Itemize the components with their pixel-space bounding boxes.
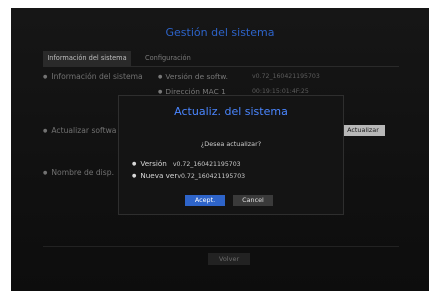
mac-address-value: 00:19:15:01:4F:25 <box>252 88 309 95</box>
current-version-value: v0.72_160421195703 <box>172 161 241 168</box>
bullet-icon: ● <box>132 161 137 167</box>
cancel-button[interactable]: Cancel <box>233 195 273 206</box>
tab-settings[interactable]: Configuración <box>139 51 197 66</box>
back-button[interactable]: Volver <box>208 253 250 265</box>
dialog-title: Actualiz. del sistema <box>174 105 288 118</box>
current-version-label: Versión <box>140 159 167 168</box>
software-version-value: v0.72_160421195703 <box>252 73 320 80</box>
section-label: Información del sistema <box>51 72 143 81</box>
page-title: Gestión del sistema <box>165 26 275 39</box>
update-button[interactable]: Actualizar <box>341 125 385 136</box>
new-version-row: ● Nueva verv0.72_160421195703 <box>132 171 245 180</box>
section-label: Nombre de disp. <box>51 168 114 177</box>
accept-button[interactable]: Acept. <box>185 195 225 206</box>
section-software-update: ● Actualizar softwa <box>43 126 116 135</box>
bullet-icon: ● <box>43 170 48 176</box>
new-version-value: v0.72_160421195703 <box>177 173 246 180</box>
update-dialog: Actualiz. del sistema ¿Desea actualizar?… <box>118 95 344 215</box>
section-system-info: ● Información del sistema <box>43 72 143 81</box>
bullet-icon: ● <box>43 128 48 134</box>
software-version-row: ● Versión de softw. <box>158 72 228 81</box>
divider <box>43 246 399 247</box>
section-label: Actualizar softwa <box>51 126 117 135</box>
dialog-question: ¿Desea actualizar? <box>200 140 262 148</box>
current-version-row: ● Versión v0.72_160421195703 <box>132 159 241 168</box>
tab-bar: Información del sistema Configuración <box>43 51 399 67</box>
bullet-icon: ● <box>158 74 163 80</box>
new-version-label: Nueva ver <box>140 171 178 180</box>
bullet-icon: ● <box>43 74 48 80</box>
software-version-label: Versión de softw. <box>165 72 228 81</box>
section-device-name: ● Nombre de disp. <box>43 168 114 177</box>
bullet-icon: ● <box>132 173 137 179</box>
tab-system-info[interactable]: Información del sistema <box>43 51 131 66</box>
